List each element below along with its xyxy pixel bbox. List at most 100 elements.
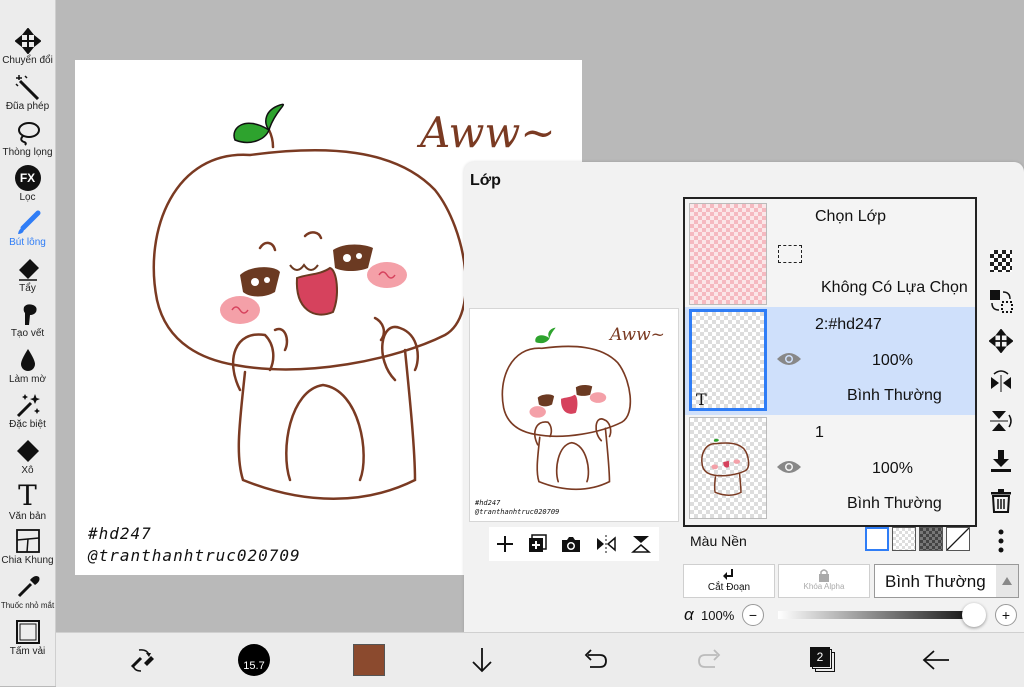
alpha-value: 100% xyxy=(701,608,735,623)
eraser-icon xyxy=(18,259,39,281)
delete-layer-button[interactable] xyxy=(982,486,1020,516)
tool-label: Xô xyxy=(21,465,34,476)
tool-smudge[interactable]: Tạo vết xyxy=(0,301,55,339)
tool-special[interactable]: Đặc biệt xyxy=(0,392,55,430)
preview-signature-1: #hd247 xyxy=(475,499,501,507)
alpha-lock-button[interactable]: Khóa Alpha xyxy=(778,564,870,598)
alpha-plus-button[interactable]: + xyxy=(995,604,1017,626)
brush-size-button[interactable]: 15.7 xyxy=(236,633,272,687)
selection-title: Chọn Lớp xyxy=(815,208,886,225)
layer-preview: Aww~ #hd247 @tranthanhtruc020709 xyxy=(469,308,679,522)
clip-label: Cắt Đoạn xyxy=(707,582,751,593)
clip-arrow-icon xyxy=(723,569,733,580)
tool-blur[interactable]: Làm mờ xyxy=(0,347,55,385)
tool-magic-wand[interactable]: Đũa phép xyxy=(0,74,55,112)
bg-white-swatch[interactable] xyxy=(865,527,889,551)
layer-thumbnail xyxy=(689,417,767,519)
alpha-minus-button[interactable]: − xyxy=(742,604,764,626)
bg-none-swatch[interactable] xyxy=(946,527,970,551)
tool-bucket[interactable]: Xô xyxy=(0,438,55,476)
tool-brush[interactable]: Bút lông xyxy=(0,210,55,248)
tool-label: Tấm vải xyxy=(9,646,46,657)
tool-label: Chuyển đổi xyxy=(2,55,53,66)
color-picker-button[interactable] xyxy=(352,633,386,687)
tool-canvas[interactable]: Tấm vải xyxy=(0,619,55,657)
redo-icon xyxy=(698,649,721,668)
tool-label: Đặc biệt xyxy=(9,419,46,430)
preview-signature-2: @tranthanhtruc020709 xyxy=(475,508,560,516)
back-button[interactable] xyxy=(921,633,951,687)
selection-thumbnail xyxy=(689,203,767,305)
swap-tool-button[interactable] xyxy=(124,633,160,687)
layer-down-button[interactable] xyxy=(468,633,496,687)
swap-brush-eraser-icon xyxy=(130,649,154,672)
arrow-left-icon xyxy=(922,650,949,670)
blend-dropdown-arrow[interactable] xyxy=(996,565,1018,597)
tool-label: Tạo vết xyxy=(10,328,45,339)
redo-button[interactable] xyxy=(696,633,724,687)
layer-count: 2 xyxy=(810,647,830,667)
alpha-symbol: α xyxy=(684,605,694,624)
tool-label: Thuốc nhỏ mắt xyxy=(0,601,55,610)
aww-text: Aww~ xyxy=(420,108,556,157)
layer-list: Chọn Lớp Không Có Lựa Chọn T 2:#hd247 10… xyxy=(683,197,977,527)
layers-button[interactable]: 2 xyxy=(808,633,838,687)
tool-eraser[interactable]: Tẩy xyxy=(0,256,55,294)
magic-wand-icon xyxy=(14,75,39,100)
flip-vertical-icon[interactable] xyxy=(630,534,652,554)
layer-row-2[interactable]: T 2:#hd247 100% Bình Thường xyxy=(685,307,975,415)
tool-label: Bút lông xyxy=(9,237,46,248)
preview-aww-text: Aww~ xyxy=(610,325,665,345)
text-icon: T xyxy=(18,479,37,512)
layer-name: 1 xyxy=(815,424,824,441)
tool-eyedropper[interactable]: Thuốc nhỏ mắt xyxy=(0,573,55,611)
visibility-eye-icon[interactable] xyxy=(776,351,802,367)
flip-layer-horizontal-button[interactable] xyxy=(982,366,1020,396)
merge-down-icon xyxy=(991,450,1011,472)
text-layer-glyph: T xyxy=(696,390,707,409)
preview-toolbar xyxy=(489,527,659,561)
tool-text[interactable]: T Văn bản xyxy=(0,479,55,523)
more-options-button[interactable] xyxy=(982,526,1020,556)
bg-transparent-dark-swatch[interactable] xyxy=(919,527,943,551)
tool-lasso[interactable]: Thòng lọng xyxy=(0,120,55,158)
background-color-label: Màu Nền xyxy=(690,533,747,549)
move-layer-button[interactable] xyxy=(982,326,1020,356)
visibility-eye-icon[interactable] xyxy=(776,459,802,475)
flip-horizontal-icon[interactable] xyxy=(595,534,617,554)
move-icon xyxy=(989,329,1013,353)
move-icon xyxy=(14,28,41,54)
tool-label: Lọc xyxy=(19,192,36,203)
selection-layer-row[interactable]: Chọn Lớp Không Có Lựa Chọn xyxy=(685,199,975,307)
tool-transform[interactable]: Chuyển đổi xyxy=(0,28,55,66)
blend-mode-select[interactable]: Bình Thường xyxy=(874,564,1019,598)
selection-status: Không Có Lựa Chọn xyxy=(821,279,968,296)
camera-icon[interactable] xyxy=(560,535,582,553)
tool-label: Làm mờ xyxy=(8,374,47,385)
alpha-slider-thumb[interactable] xyxy=(962,603,986,627)
layers-icon: 2 xyxy=(810,647,836,673)
blur-drop-icon xyxy=(20,349,35,371)
convert-layer-button[interactable] xyxy=(982,286,1020,316)
alpha-lock-icon xyxy=(819,569,829,582)
alpha-slider-track[interactable] xyxy=(778,611,974,619)
layer-thumbnail-drawing xyxy=(701,438,750,496)
layer-row-1[interactable]: 1 100% Bình Thường xyxy=(685,415,975,523)
layer-thumbnail: T xyxy=(689,309,767,411)
flip-layer-vertical-button[interactable] xyxy=(982,406,1020,436)
more-vertical-icon xyxy=(998,529,1004,553)
layer-blend-mode: Bình Thường xyxy=(847,387,942,404)
eyedropper-icon xyxy=(17,576,39,598)
tool-label: Chia Khung xyxy=(1,555,54,566)
undo-button[interactable] xyxy=(581,633,609,687)
transparency-checker-button[interactable] xyxy=(982,246,1020,276)
bg-transparent-light-swatch[interactable] xyxy=(892,527,916,551)
add-layer-icon[interactable] xyxy=(496,535,514,553)
tool-filter[interactable]: FX Lọc xyxy=(0,165,55,203)
brush-size-indicator: 15.7 xyxy=(238,644,270,676)
clipping-button[interactable]: Cắt Đoạn xyxy=(683,564,775,598)
merge-down-button[interactable] xyxy=(982,446,1020,476)
duplicate-layer-icon[interactable] xyxy=(527,534,547,554)
tool-frame-divider[interactable]: Chia Khung xyxy=(0,528,55,566)
tool-label: Văn bản xyxy=(8,511,47,522)
